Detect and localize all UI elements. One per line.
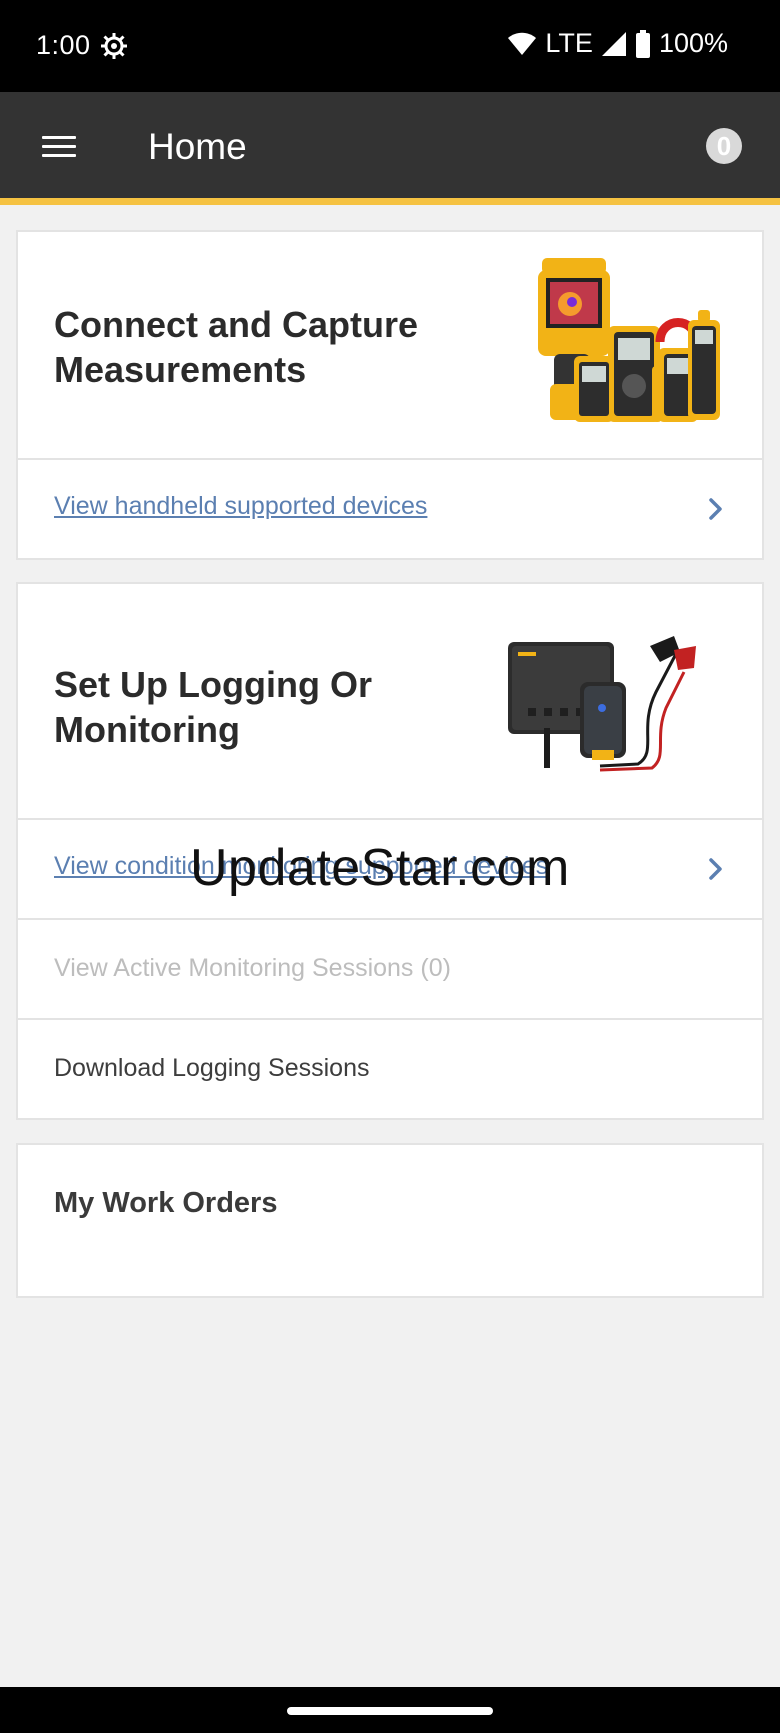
signal-icon bbox=[601, 31, 626, 56]
download-sessions-label[interactable]: Download Logging Sessions bbox=[54, 1054, 370, 1083]
app-bar: Home 0 bbox=[0, 92, 780, 198]
notification-badge[interactable]: 0 bbox=[706, 128, 742, 164]
view-handheld-devices-row[interactable]: View handheld supported devices bbox=[18, 458, 762, 558]
logging-monitoring-header: Set Up Logging Or Monitoring bbox=[18, 584, 762, 818]
connect-capture-card: Connect and Capture Measurements View ha… bbox=[16, 230, 764, 560]
view-condition-devices-link[interactable]: View condition monitoring supported devi… bbox=[54, 852, 548, 881]
chevron-right-icon bbox=[709, 498, 722, 520]
logging-monitoring-card: Set Up Logging Or Monitoring View condit… bbox=[16, 582, 764, 1120]
home-gesture-pill[interactable] bbox=[287, 1707, 493, 1715]
wifi-icon bbox=[508, 32, 537, 55]
work-orders-card[interactable]: My Work Orders bbox=[16, 1143, 764, 1298]
active-sessions-label: View Active Monitoring Sessions (0) bbox=[54, 954, 451, 982]
active-sessions-row: View Active Monitoring Sessions (0) bbox=[18, 918, 762, 1018]
battery-icon bbox=[635, 29, 650, 58]
view-handheld-devices-link[interactable]: View handheld supported devices bbox=[54, 492, 427, 521]
status-time: 1:00 bbox=[36, 30, 91, 60]
network-label: LTE bbox=[545, 28, 593, 58]
battery-label: 100% bbox=[658, 28, 728, 58]
handheld-devices-image bbox=[538, 258, 720, 422]
gear-icon bbox=[101, 33, 127, 59]
work-orders-title: My Work Orders bbox=[54, 1187, 278, 1219]
status-bar: 1:00 LTE 100% bbox=[0, 0, 780, 92]
app-bar-accent-stripe bbox=[0, 198, 780, 205]
connect-capture-title: Connect and Capture Measurements bbox=[54, 304, 419, 390]
page-title: Home bbox=[148, 126, 247, 167]
logging-devices-image bbox=[508, 636, 696, 772]
view-condition-devices-row[interactable]: View condition monitoring supported devi… bbox=[18, 818, 762, 918]
chevron-right-icon bbox=[709, 858, 722, 880]
download-sessions-row[interactable]: Download Logging Sessions bbox=[18, 1018, 762, 1118]
hamburger-menu-icon[interactable] bbox=[36, 130, 82, 164]
connect-capture-header: Connect and Capture Measurements bbox=[18, 232, 762, 458]
logging-monitoring-title: Set Up Logging Or Monitoring bbox=[54, 664, 372, 750]
status-indicators: LTE 100% bbox=[507, 28, 728, 59]
